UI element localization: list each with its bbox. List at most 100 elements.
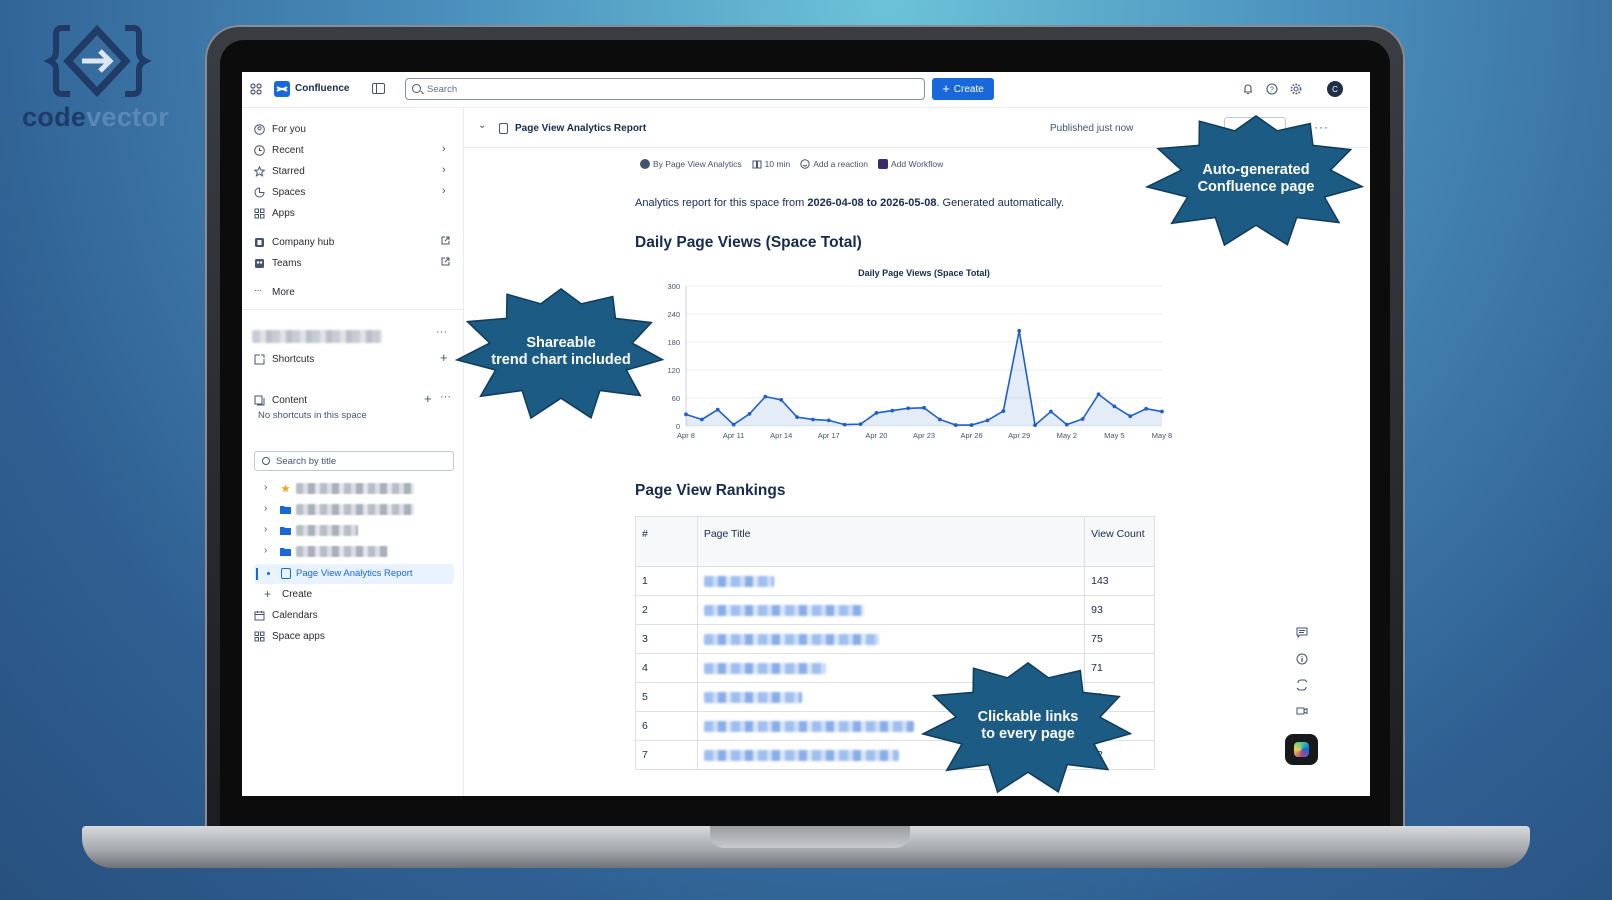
plus-icon: + [264, 586, 272, 601]
space-name-redacted[interactable] [252, 330, 382, 343]
chevron-right-icon[interactable]: › [442, 143, 446, 155]
data-point [937, 417, 942, 422]
add-shortcut-icon[interactable]: + [440, 350, 448, 365]
app-switcher-icon[interactable] [250, 83, 262, 95]
tree-item[interactable]: › [254, 522, 454, 540]
page-link-redacted[interactable] [703, 575, 774, 587]
page-link-redacted[interactable] [703, 720, 914, 732]
sidebar-toggle-icon[interactable] [372, 83, 385, 94]
info-icon[interactable] [1296, 653, 1308, 665]
sidebar-item-spaces[interactable]: Spaces › [254, 183, 454, 201]
sidebar-item-shortcuts[interactable]: Shortcuts + [254, 350, 454, 368]
bullet-icon [267, 572, 270, 575]
sidebar-item-label: Content [272, 394, 308, 406]
folder-icon [280, 548, 291, 556]
callout-auto-generated: Auto-generated Confluence page [1142, 104, 1370, 250]
page-link-redacted[interactable] [703, 749, 899, 761]
create-button[interactable]: + Create [932, 78, 994, 100]
ai-assistant-button[interactable] [1285, 734, 1318, 765]
book-icon [752, 160, 762, 169]
table-row: 3 75 [635, 624, 1155, 654]
page-link-redacted[interactable] [703, 604, 864, 616]
data-point [811, 417, 815, 422]
comment-icon[interactable] [1296, 627, 1308, 639]
byline: By Page View Analytics 10 min Add a reac… [640, 158, 943, 170]
title-search-input[interactable]: Search by title [254, 451, 454, 471]
search-icon [262, 457, 270, 465]
data-point [953, 423, 958, 427]
add-reaction-button[interactable]: Add a reaction [800, 159, 868, 170]
data-point [1112, 404, 1117, 409]
redacted-page-title [296, 504, 414, 515]
sidebar-item-space-apps[interactable]: Space apps [254, 627, 325, 645]
bell-icon[interactable] [1242, 83, 1254, 95]
header-rank: # [635, 516, 698, 567]
smiley-icon [800, 159, 810, 170]
data-point [1144, 406, 1149, 411]
sidebar-item-content[interactable]: Content + ··· [254, 391, 454, 409]
sidebar-item-starred[interactable]: Starred › [254, 162, 454, 180]
search-input[interactable]: Search [405, 78, 925, 100]
tree-item[interactable]: › [254, 543, 454, 561]
shortcut-icon [254, 354, 265, 364]
content-more-icon[interactable]: ··· [440, 391, 451, 403]
folder-icon [280, 527, 291, 535]
chevron-right-icon[interactable]: › [264, 482, 267, 493]
page-link-redacted[interactable] [703, 691, 802, 703]
callout-text: Auto-generated Confluence page [1197, 162, 1315, 195]
series-area [686, 330, 1162, 426]
sidebar-divider [242, 309, 464, 310]
sidebar-create-link[interactable]: + Create [254, 585, 312, 603]
sidebar-item-recent[interactable]: Recent › [254, 141, 454, 159]
chevron-right-icon[interactable]: › [264, 503, 267, 514]
page-icon [281, 568, 291, 579]
rank-cell: 1 [635, 566, 698, 596]
callout-text: Shareable trend chart included [491, 335, 631, 368]
help-icon[interactable]: ? [1266, 83, 1278, 95]
chevron-right-icon[interactable]: › [264, 524, 267, 535]
page-title-cell [696, 566, 1086, 596]
plus-icon: + [942, 81, 950, 96]
sidebar-item-label: For you [272, 123, 306, 135]
sidebar-item-more[interactable]: ··· More [254, 283, 295, 301]
x-tick-label: Apr 8 [677, 431, 695, 440]
date-range: 2026-04-08 to 2026-05-08 [807, 197, 937, 209]
loop-icon[interactable] [1296, 679, 1308, 691]
sidebar-item-label: Recent [272, 144, 304, 156]
active-indicator [256, 568, 258, 580]
app-name[interactable]: Confluence [295, 83, 349, 94]
settings-gear-icon[interactable] [1290, 83, 1302, 95]
space-more-icon[interactable]: ··· [436, 326, 447, 338]
chevron-right-icon[interactable]: › [442, 164, 446, 176]
rank-cell: 6 [635, 711, 698, 741]
tree-item[interactable]: › [254, 480, 454, 498]
chevron-right-icon[interactable]: › [264, 545, 267, 556]
chevron-down-icon[interactable]: ⌄ [478, 120, 486, 131]
add-workflow-button[interactable]: Add Workflow [878, 159, 943, 170]
header-page-title: Page Title [696, 516, 1086, 567]
confluence-logo-icon[interactable] [274, 81, 290, 97]
sidebar-item-calendars[interactable]: Calendars [254, 606, 318, 624]
sidebar-item-for-you[interactable]: For you [254, 120, 306, 138]
sidebar-item-label: Spaces [272, 186, 306, 198]
calendar-icon [254, 610, 265, 620]
page-link-redacted[interactable] [703, 662, 826, 674]
table-row: 1 143 [635, 566, 1155, 596]
data-point [1001, 409, 1006, 413]
user-avatar[interactable]: C [1327, 81, 1343, 97]
tree-item-active[interactable]: Page View Analytics Report [254, 564, 454, 584]
sidebar-item-apps[interactable]: Apps [254, 204, 295, 222]
tree-item[interactable]: › [254, 501, 454, 519]
sidebar-item-teams[interactable]: Teams [254, 254, 454, 272]
more-dots-icon: ··· [254, 284, 262, 296]
search-icon [412, 84, 421, 93]
create-button-label: Create [953, 83, 984, 95]
x-tick-label: Apr 23 [913, 431, 935, 440]
video-icon[interactable] [1296, 705, 1308, 717]
page-link-redacted[interactable] [703, 633, 879, 645]
byline-author[interactable]: By Page View Analytics [640, 159, 742, 170]
chevron-right-icon[interactable]: › [442, 185, 446, 197]
folder-icon [280, 506, 291, 514]
add-content-icon[interactable]: + [424, 391, 432, 406]
sidebar-item-company-hub[interactable]: Company hub [254, 233, 454, 251]
